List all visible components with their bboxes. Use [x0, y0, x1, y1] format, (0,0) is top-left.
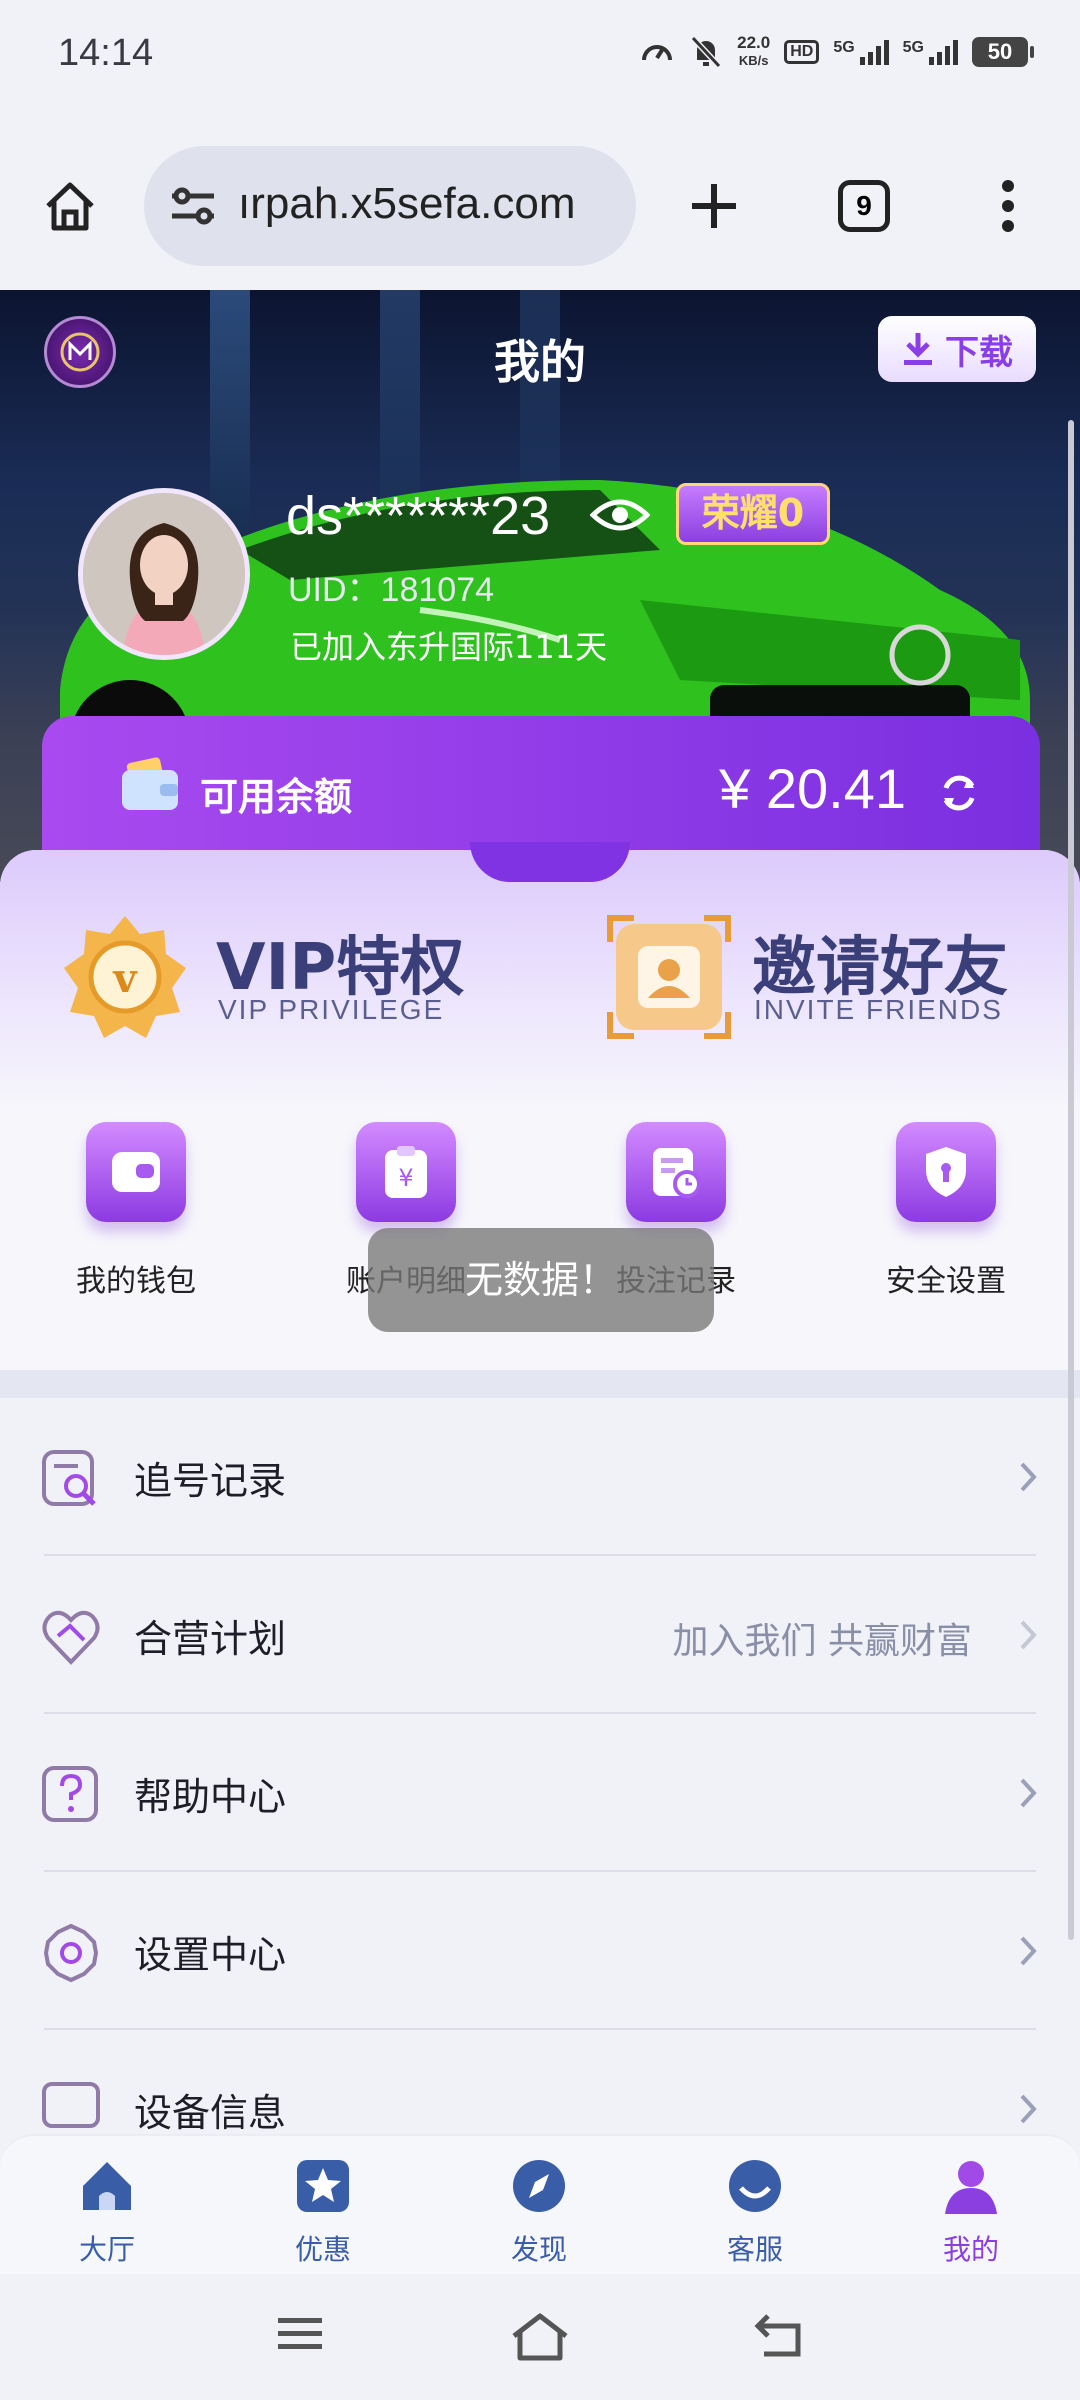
chevron-right-icon	[1020, 1620, 1037, 1650]
download-button[interactable]: 下载	[878, 316, 1036, 382]
chevron-right-icon	[1020, 2094, 1037, 2124]
joined-days: 已加入东升国际111天	[290, 628, 608, 666]
new-tab-button[interactable]	[678, 170, 750, 242]
nav-label: 大厅	[78, 2233, 135, 2266]
nav-promotions[interactable]: 优惠	[258, 2156, 388, 2268]
chevron-right-icon	[1020, 1778, 1037, 1808]
star-icon	[297, 2160, 349, 2212]
menu-label: 合营计划	[134, 1617, 287, 1661]
signal-sim2-icon: 5G	[903, 39, 958, 65]
download-label: 下载	[945, 332, 1013, 373]
vip-privilege-button[interactable]: v VIP特权 VIP PRIVILEGE	[60, 912, 480, 1042]
balance-label: 可用余额	[200, 775, 353, 819]
chevron-right-icon	[1020, 1462, 1037, 1492]
honor-badge: 荣耀0	[676, 483, 830, 545]
nav-label: 发现	[510, 2233, 567, 2266]
recents-icon[interactable]	[276, 2312, 324, 2356]
hd-badge: HD	[784, 40, 820, 64]
menu-item-help-center[interactable]: 帮助中心	[0, 1714, 1080, 1872]
search-list-icon	[42, 1450, 96, 1506]
browser-toolbar: ırpah.x5sefa.com 9	[0, 110, 1080, 290]
section-divider	[0, 1370, 1080, 1398]
net-speed: 22.0 KB/s	[737, 33, 771, 69]
menu-list: 追号记录 合营计划 加入我们 共赢财富 帮助中心 设置中心 设备信息	[0, 1398, 1080, 2138]
nav-mine[interactable]: 我的	[906, 2156, 1036, 2268]
vip-subtitle: VIP PRIVILEGE	[218, 994, 445, 1025]
signal-sim1-icon: 5G	[833, 39, 889, 65]
menu-item-chase-records[interactable]: 追号记录	[0, 1398, 1080, 1556]
browser-home-button[interactable]	[34, 170, 106, 242]
wallet-action-button[interactable]	[86, 1122, 186, 1222]
clipboard-yen-icon: ¥	[385, 1146, 427, 1198]
vip-medal-icon: v	[64, 916, 186, 1038]
url-text[interactable]: ırpah.x5sefa.com	[238, 179, 576, 229]
site-settings-icon[interactable]	[168, 184, 218, 230]
scrollbar[interactable]	[1068, 420, 1074, 1940]
invite-friends-button[interactable]: 邀请好友 INVITE FRIENDS	[604, 912, 1044, 1042]
speedometer-icon	[642, 45, 673, 61]
security-settings-label[interactable]: 安全设置	[846, 1256, 1046, 1300]
plus-icon	[692, 184, 736, 228]
bet-record-button[interactable]	[626, 1122, 726, 1222]
download-icon	[904, 333, 932, 365]
device-icon	[42, 2082, 100, 2128]
chevron-right-icon	[1020, 1936, 1037, 1966]
handshake-heart-icon	[42, 1610, 100, 1665]
svg-text:v: v	[112, 955, 138, 1002]
invite-subtitle: INVITE FRIENDS	[754, 994, 1003, 1025]
tab-count: 9	[838, 180, 890, 232]
nav-label: 我的	[942, 2233, 999, 2266]
nav-discover[interactable]: 发现	[474, 2156, 604, 2268]
wallet-balance-icon	[122, 757, 178, 810]
nav-lobby[interactable]: 大厅	[42, 2156, 172, 2268]
battery-icon: 50	[972, 37, 1034, 67]
menu-item-settings[interactable]: 设置中心	[0, 1872, 1080, 2030]
nav-customer-service[interactable]: 客服	[690, 2156, 820, 2268]
menu-label: 帮助中心	[134, 1775, 287, 1819]
tab-switcher-button[interactable]: 9	[828, 170, 900, 242]
toast-message: 无数据！	[368, 1228, 714, 1332]
balance-notch	[470, 842, 630, 882]
menu-item-partnership[interactable]: 合营计划 加入我们 共赢财富	[0, 1556, 1080, 1714]
invite-card-icon	[607, 915, 731, 1039]
nav-label: 客服	[726, 2233, 783, 2266]
smile-icon	[729, 2160, 781, 2212]
bell-muted-icon	[690, 35, 722, 69]
account-details-button[interactable]: ¥	[356, 1122, 456, 1222]
menu-label: 设备信息	[134, 2091, 287, 2135]
status-icons: 22.0 KB/s HD 5G 5G 50	[639, 33, 1034, 70]
address-bar[interactable]: ırpah.x5sefa.com	[144, 146, 636, 266]
wallet-icon	[112, 1152, 160, 1192]
menu-label: 设置中心	[134, 1933, 287, 1977]
home-icon	[83, 2162, 131, 2210]
bottom-nav: 大厅 优惠 发现 客服 我的	[0, 2134, 1080, 2274]
avatar[interactable]	[78, 488, 250, 660]
balance-amount: ¥ 20.41	[719, 757, 906, 820]
back-icon[interactable]	[752, 2312, 806, 2360]
security-settings-button[interactable]	[896, 1122, 996, 1222]
menu-hint: 加入我们 共赢财富	[672, 1621, 972, 1662]
bet-record-icon	[653, 1148, 701, 1198]
user-icon	[945, 2161, 997, 2214]
help-icon	[42, 1766, 98, 1822]
status-bar: 14:14 22.0 KB/s HD 5G 5G 50	[0, 0, 1080, 110]
username: ds*******23	[286, 486, 551, 546]
status-time: 14:14	[58, 32, 154, 74]
user-id: UID：181074	[288, 571, 495, 609]
system-home-icon[interactable]	[510, 2312, 570, 2362]
home-outline-icon	[46, 182, 94, 231]
eye-icon[interactable]	[590, 495, 650, 535]
system-nav-bar	[0, 2274, 1080, 2400]
compass-icon	[513, 2160, 565, 2212]
shield-icon	[926, 1147, 966, 1197]
more-vertical-icon	[1002, 180, 1014, 232]
gear-icon	[43, 1923, 99, 1983]
refresh-icon[interactable]	[938, 772, 980, 814]
menu-label: 追号记录	[134, 1459, 287, 1503]
nav-label: 优惠	[294, 2233, 351, 2266]
wallet-action-label[interactable]: 我的钱包	[36, 1256, 236, 1300]
browser-menu-button[interactable]	[972, 170, 1044, 242]
svg-text:¥: ¥	[398, 1164, 413, 1192]
